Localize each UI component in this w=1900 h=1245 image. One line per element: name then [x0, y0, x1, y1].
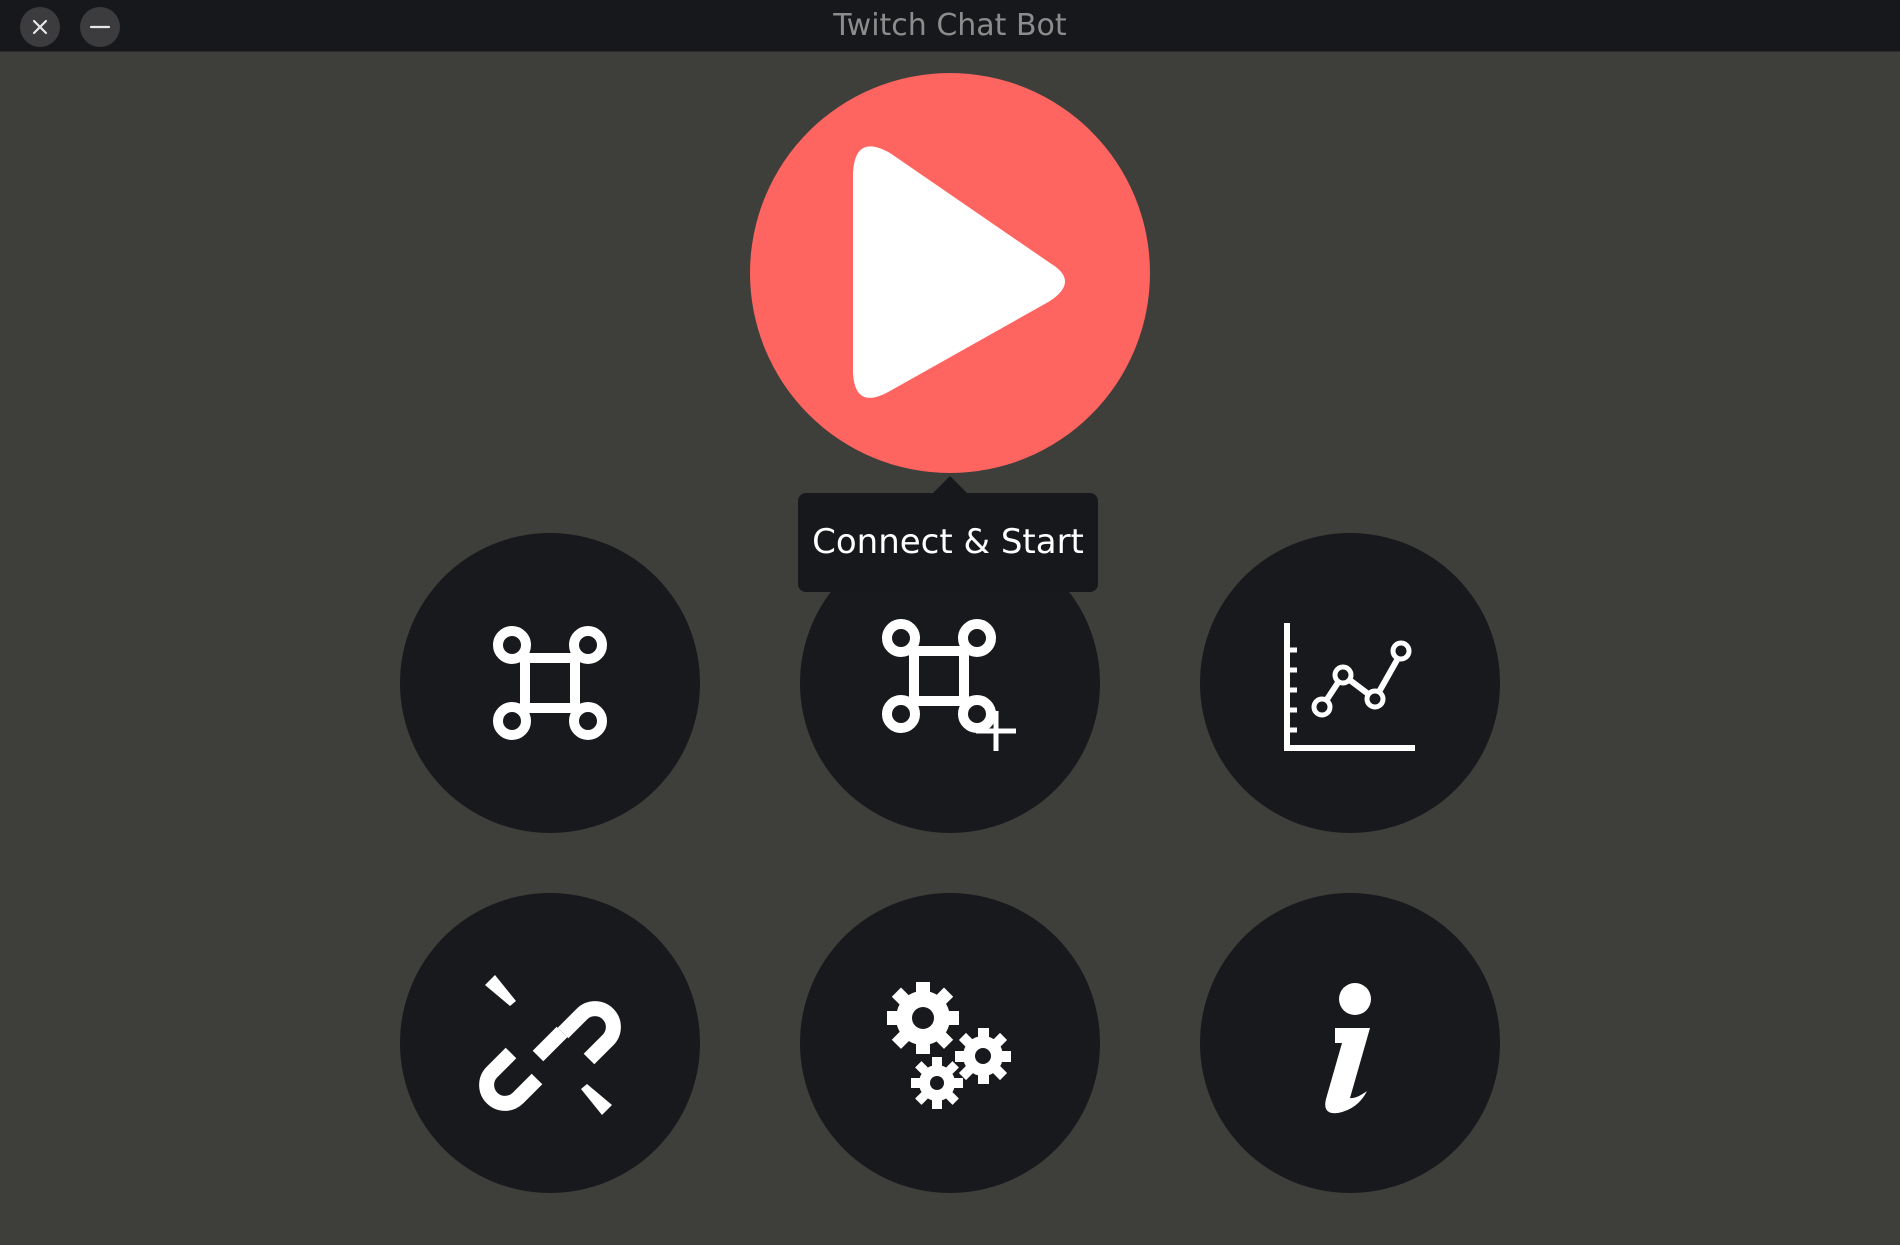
disconnect-button[interactable] — [400, 893, 700, 1193]
play-icon — [853, 146, 1065, 398]
info-icon — [1325, 983, 1371, 1114]
settings-button[interactable] — [800, 893, 1100, 1193]
connect-start-tooltip: Connect & Start — [798, 493, 1098, 592]
line-chart-icon — [1284, 623, 1415, 751]
about-button[interactable] — [1200, 893, 1500, 1193]
gears-icon — [887, 982, 1011, 1109]
command-icon — [493, 626, 607, 740]
commands-button[interactable] — [400, 533, 700, 833]
statistics-button[interactable] — [1200, 533, 1500, 833]
app-window: Twitch Chat Bot Connect & Start — [0, 0, 1900, 1245]
title-bar[interactable]: Twitch Chat Bot — [0, 0, 1900, 52]
window-title: Twitch Chat Bot — [833, 8, 1067, 43]
tooltip-arrow — [933, 476, 967, 493]
broken-link-icon — [479, 975, 621, 1115]
connect-start-button[interactable] — [750, 73, 1150, 473]
